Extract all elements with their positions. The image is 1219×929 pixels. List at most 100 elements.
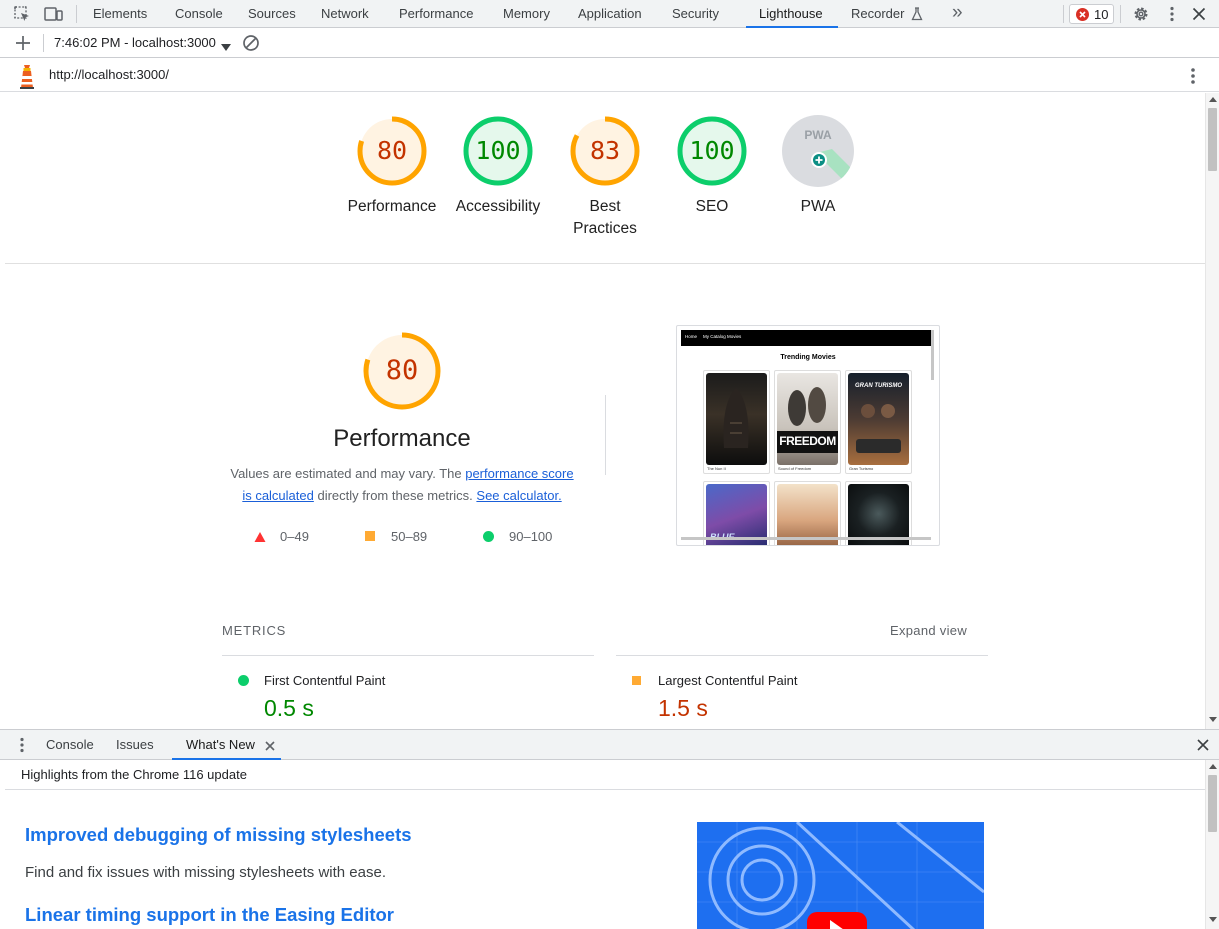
thumb-poster-text: FREEDOM [779, 434, 836, 448]
see-calculator-link[interactable]: See calculator. [476, 488, 561, 503]
metric-value: 0.5 s [264, 695, 314, 721]
close-tab-icon[interactable] [264, 739, 276, 751]
lighthouse-toolbar: 7:46:02 PM - localhost:3000 [0, 29, 1219, 58]
vertical-divider [605, 395, 606, 475]
whats-new-item-title[interactable]: Improved debugging of missing stylesheet… [25, 824, 412, 846]
score-value: 100 [475, 136, 521, 165]
metric-name: Largest Contentful Paint [658, 673, 798, 688]
whats-new-header: Highlights from the Chrome 116 update [5, 760, 1205, 790]
clear-block-icon[interactable] [242, 34, 260, 52]
pass-circle-icon [238, 675, 249, 686]
fail-triangle-icon [254, 530, 266, 542]
tab-elements[interactable]: Elements [93, 0, 147, 28]
tab-console[interactable]: Console [175, 0, 223, 28]
thumb-heading: Trending Movies [780, 354, 836, 361]
report-selector[interactable]: 7:46:02 PM - localhost:3000 [54, 29, 216, 58]
report-kebab-menu-icon[interactable] [1185, 66, 1201, 86]
thumb-nav-link: Home [685, 334, 698, 339]
drawer-menu-icon[interactable] [15, 736, 29, 754]
thumb-nav-link: My Catalog Movies [703, 334, 742, 339]
tab-network[interactable]: Network [321, 0, 369, 28]
score-gauge-performance[interactable]: 80 [356, 115, 428, 187]
metric-value: 1.5 s [658, 695, 708, 721]
tab-lighthouse[interactable]: Lighthouse [759, 0, 823, 28]
score-gauge-best-practices[interactable]: 83 [569, 115, 641, 187]
scrollbar-thumb[interactable] [1208, 775, 1217, 832]
thumb-navbar: Home My Catalog Movies [681, 330, 931, 346]
drawer-scrollbar[interactable] [1205, 760, 1219, 929]
score-gauge-accessibility[interactable]: 100 [462, 115, 534, 187]
divider [616, 655, 988, 656]
average-square-icon [632, 676, 641, 685]
drawer-tab-issues[interactable]: Issues [116, 730, 154, 758]
plus-icon[interactable] [15, 35, 31, 51]
description-text: Values are estimated and may vary. The [230, 466, 466, 481]
average-square-icon [365, 531, 375, 541]
report-scrollbar[interactable] [1205, 93, 1219, 729]
legend-range-fail: 0–49 [280, 529, 309, 544]
scrollbar-thumb[interactable] [1208, 108, 1217, 171]
metric-name: First Contentful Paint [264, 673, 386, 688]
thumb-movie-title: Sound of Freedom [778, 466, 812, 471]
tab-memory[interactable]: Memory [503, 0, 550, 28]
score-label-pwa: PWA [800, 198, 836, 215]
report-selector-label: 7:46:02 PM - localhost:3000 [54, 35, 216, 50]
tab-recorder[interactable]: Recorder [851, 0, 904, 28]
thumb-poster-text: GRAN TURISMO [855, 383, 902, 389]
thumb-movie-card: GRAN TURISMO Gran Turismo [845, 370, 912, 474]
pass-circle-icon [483, 531, 494, 542]
thumb-movie-card: The Nun II [703, 370, 770, 474]
thumb-movie-title: The Nun II [707, 466, 726, 471]
score-gauge-seo[interactable]: 100 [676, 115, 748, 187]
whats-new-item-description: Find and fix issues with missing stylesh… [25, 864, 386, 881]
drawer-tab-whats-new[interactable]: What's New [186, 730, 255, 758]
score-value: 100 [689, 136, 735, 165]
metrics-heading: METRICS [222, 623, 287, 638]
score-label-line: Best [589, 198, 621, 215]
dropdown-caret-icon[interactable] [221, 39, 231, 51]
error-count-badge[interactable]: 10 [1069, 4, 1114, 24]
whats-new-video-thumbnail[interactable] [697, 822, 984, 929]
close-icon[interactable] [1191, 6, 1207, 22]
error-count: 10 [1094, 7, 1109, 22]
score-label-seo: SEO [695, 198, 729, 215]
gear-icon[interactable] [1132, 5, 1150, 23]
score-value: 83 [589, 136, 621, 165]
divider [222, 655, 594, 656]
report-url-bar: http://localhost:3000/ [0, 59, 1219, 92]
more-tabs-button[interactable]: » [952, 0, 963, 28]
performance-title: Performance [333, 425, 471, 452]
performance-category-gauge: 80 [362, 331, 442, 411]
expand-view-toggle[interactable]: Expand view [890, 623, 967, 638]
whats-new-item-title[interactable]: Linear timing support in the Easing Edit… [25, 904, 394, 926]
drawer-tab-console[interactable]: Console [46, 730, 94, 758]
lighthouse-logo-icon [18, 63, 36, 89]
score-value: 80 [385, 355, 419, 386]
divider [5, 263, 1205, 264]
active-tab-indicator [746, 26, 838, 28]
thumb-hscrollbar [681, 537, 931, 540]
lighthouse-report: 80 Performance 100 Accessibility 83 Best… [5, 93, 1205, 729]
tab-sources[interactable]: Sources [248, 0, 296, 28]
drawer-tab-bar: Console Issues What's New [0, 729, 1219, 760]
whats-new-content: Improved debugging of missing stylesheet… [5, 791, 1205, 929]
description-text: directly from these metrics. [313, 488, 477, 503]
pwa-badge-icon[interactable]: PWA [782, 115, 854, 187]
inspect-element-icon[interactable] [13, 5, 31, 23]
performance-score-link-cont[interactable]: is calculated [242, 488, 314, 503]
close-drawer-icon[interactable] [1196, 738, 1210, 752]
final-screenshot[interactable]: Home My Catalog Movies Trending Movies T… [676, 325, 940, 546]
tab-application[interactable]: Application [578, 0, 642, 28]
kebab-menu-icon[interactable] [1164, 5, 1180, 23]
tab-security[interactable]: Security [672, 0, 719, 28]
report-url: http://localhost:3000/ [49, 67, 169, 82]
performance-score-link[interactable]: performance score [465, 466, 573, 481]
device-toolbar-icon[interactable] [44, 5, 64, 23]
score-label-performance: Performance [347, 198, 437, 215]
whats-new-header-text: Highlights from the Chrome 116 update [21, 767, 247, 782]
thumb-poster: FREEDOM [777, 373, 838, 465]
tab-performance[interactable]: Performance [399, 0, 473, 28]
devtools-tab-bar: Elements Console Sources Network Perform… [0, 0, 1219, 28]
thumb-poster [706, 373, 767, 465]
score-label-accessibility: Accessibility [455, 198, 541, 215]
